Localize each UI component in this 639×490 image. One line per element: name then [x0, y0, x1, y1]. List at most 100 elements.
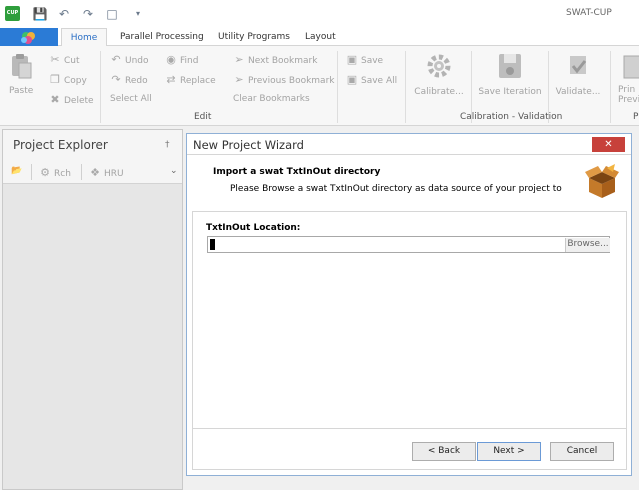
tab-layout[interactable]: Layout — [305, 30, 336, 46]
ribbon-separator — [405, 51, 406, 123]
txtinout-location-input[interactable]: Browse... — [207, 236, 610, 253]
redo-label: Redo — [125, 76, 148, 86]
page-description: Please Browse a swat TxtInOut directory … — [230, 184, 562, 194]
app-logo-icon — [21, 32, 35, 44]
cut-label: Cut — [64, 56, 80, 66]
explorer-title: Project Explorer — [13, 138, 108, 152]
wizard-footer: < Back Next > Cancel — [192, 428, 627, 470]
paste-label: Paste — [9, 86, 34, 96]
ribbon-separator — [610, 51, 611, 123]
delete-button[interactable]: ✖ Delete — [49, 93, 94, 107]
print-preview-button[interactable]: Prin Previ — [618, 52, 639, 105]
tab-parallel-processing[interactable]: Parallel Processing — [120, 30, 204, 46]
page-heading: Import a swat TxtInOut directory — [213, 167, 381, 177]
wizard-content: TxtInOut Location: Browse... — [192, 211, 627, 428]
next-button[interactable]: Next > — [477, 442, 541, 461]
cut-icon: ✂ — [50, 53, 60, 66]
tab-home[interactable]: Home — [61, 28, 107, 47]
save-icon[interactable]: 💾 — [32, 6, 48, 22]
customize-icon[interactable]: ▾ — [130, 6, 146, 22]
open-box-icon — [585, 164, 619, 198]
find-label: Find — [180, 56, 199, 66]
delete-label: Delete — [64, 96, 94, 106]
delete-icon: ✖ — [50, 93, 60, 106]
chevron-down-icon[interactable]: ⌄ — [170, 166, 178, 176]
undo-icon[interactable]: ↶ — [56, 6, 72, 22]
validate-button[interactable]: Validate... — [554, 52, 602, 97]
open-folder-icon[interactable]: 📂 — [11, 166, 22, 176]
save-button[interactable]: ▣ Save — [346, 53, 384, 67]
select-all-button[interactable]: Select All — [110, 94, 152, 104]
close-icon: ✕ — [604, 139, 613, 150]
title-bar: CUP 💾 ↶ ↷ □ ▾ SWAT-CUP — [0, 0, 639, 28]
undo-label: Undo — [125, 56, 149, 66]
browse-button[interactable]: Browse... — [565, 238, 610, 252]
calibrate-button[interactable]: Calibrate... — [413, 52, 465, 97]
print-group-label: P — [633, 112, 639, 122]
ribbon-separator — [337, 51, 338, 123]
paste-button[interactable]: Paste — [9, 53, 35, 103]
redo-button[interactable]: ↷ Redo — [110, 74, 148, 87]
close-button[interactable]: ✕ — [592, 137, 625, 152]
copy-button[interactable]: ❐ Copy — [49, 73, 87, 87]
next-bookmark-label: Next Bookmark — [248, 56, 318, 66]
new-project-wizard-dialog: New Project Wizard ✕ Import a swat TxtIn… — [186, 133, 632, 476]
undo-button[interactable]: ↶ Undo — [110, 53, 149, 67]
undo-icon: ↶ — [111, 53, 121, 66]
clear-bookmarks-button[interactable]: Clear Bookmarks — [233, 94, 310, 104]
calibrate-label: Calibrate... — [414, 87, 464, 97]
save-all-icon: ▣ — [346, 73, 358, 86]
save-icon: ▣ — [346, 53, 358, 66]
preview-icon[interactable]: □ — [104, 6, 120, 22]
save-label: Save — [361, 56, 384, 66]
replace-label: Replace — [180, 76, 216, 86]
toolbar-separator — [81, 164, 82, 180]
app-icon: CUP — [5, 6, 20, 21]
app-title: SWAT-CUP — [566, 8, 612, 18]
save-iteration-label: Save Iteration — [478, 87, 542, 97]
save-all-button[interactable]: ▣ Save All — [346, 73, 397, 87]
redo-icon[interactable]: ↷ — [80, 6, 96, 22]
calibration-group-label: Calibration - Validation — [460, 112, 563, 122]
validate-icon — [570, 56, 587, 74]
tab-utility-programs[interactable]: Utility Programs — [218, 30, 290, 46]
ribbon-separator — [100, 51, 101, 123]
validate-label: Validate... — [555, 87, 601, 97]
explorer-toolbar: 📂 ⚙ Rch ❖ HRU ⌄ — [3, 160, 182, 184]
text-caret — [210, 239, 215, 250]
rch-label: Rch — [54, 169, 71, 179]
bookmark-next-icon: ➢ — [234, 53, 244, 66]
next-bookmark-button[interactable]: ➢ Next Bookmark — [233, 53, 318, 67]
save-iteration-button[interactable]: Save Iteration — [478, 52, 542, 97]
explorer-header: Project Explorer † — [3, 130, 182, 160]
copy-icon: ❐ — [50, 73, 60, 86]
rch-icon: ⚙ — [40, 166, 50, 179]
pin-icon[interactable]: † — [165, 140, 170, 150]
toolbar-separator — [31, 164, 32, 180]
copy-label: Copy — [64, 76, 87, 86]
wizard-title: New Project Wizard — [193, 138, 304, 152]
cancel-button[interactable]: Cancel — [550, 442, 614, 461]
wizard-page-header: Import a swat TxtInOut directory Please … — [192, 158, 627, 202]
replace-icon: ⇄ — [166, 73, 176, 86]
cut-button[interactable]: ✂ Cut — [49, 53, 80, 67]
binoculars-icon: ◉ — [166, 53, 176, 66]
preview-label: Previ — [618, 95, 639, 105]
file-menu-button[interactable] — [0, 28, 58, 46]
rch-button[interactable]: ⚙ Rch — [39, 166, 71, 180]
gear-icon — [427, 54, 451, 78]
find-button[interactable]: ◉ Find — [165, 53, 199, 67]
print-label: Prin — [618, 85, 636, 95]
hru-label: HRU — [104, 169, 124, 179]
previous-bookmark-label: Previous Bookmark — [248, 76, 335, 86]
paste-icon — [12, 54, 32, 79]
bookmark-previous-icon: ➢ — [234, 73, 244, 86]
hru-icon: ❖ — [90, 166, 100, 179]
project-explorer-panel: Project Explorer † 📂 ⚙ Rch ❖ HRU ⌄ — [2, 129, 183, 490]
hru-button[interactable]: ❖ HRU — [89, 166, 124, 180]
back-button[interactable]: < Back — [412, 442, 476, 461]
replace-button[interactable]: ⇄ Replace — [165, 73, 216, 87]
floppy-icon — [499, 54, 521, 78]
previous-bookmark-button[interactable]: ➢ Previous Bookmark — [233, 73, 335, 87]
print-preview-icon — [623, 55, 639, 79]
